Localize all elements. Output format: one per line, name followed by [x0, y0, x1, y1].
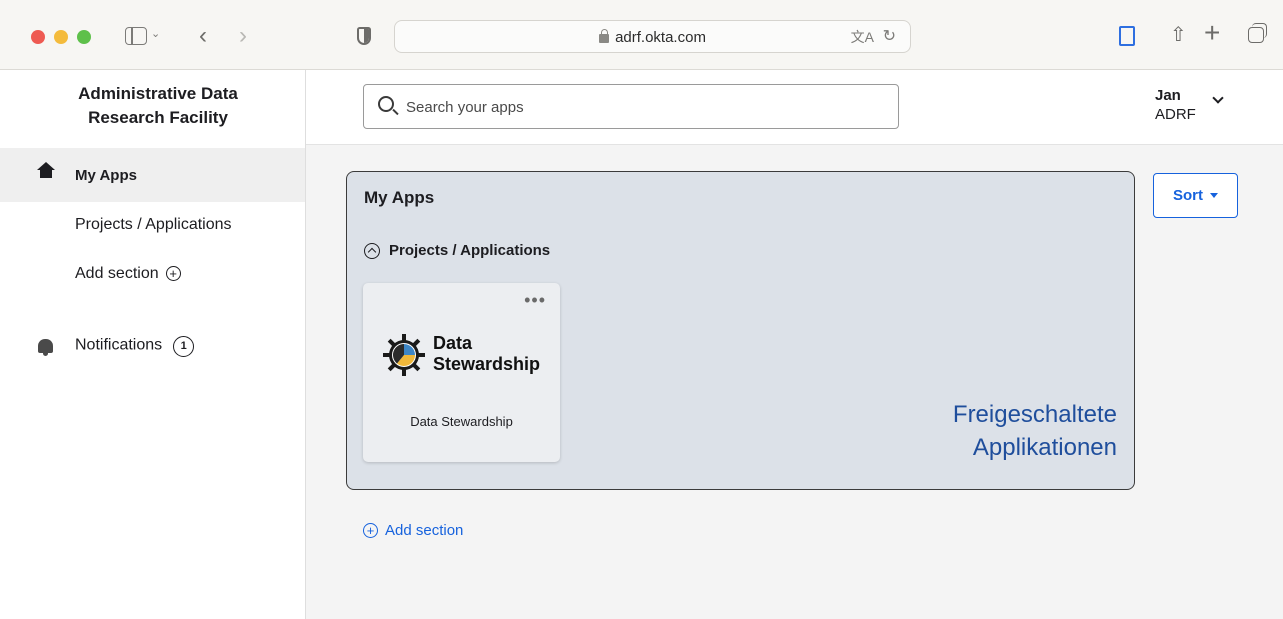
privacy-shield-icon[interactable] [357, 27, 371, 45]
sidebar: Administrative Data Research Facility My… [0, 70, 306, 619]
address-bar[interactable]: adrf.okta.com 文A ↻ [394, 20, 911, 53]
sidebar-toggle-icon[interactable] [125, 27, 147, 45]
sidebar-item-projects[interactable]: Projects / Applications [0, 203, 305, 247]
window-controls [31, 30, 91, 44]
search-box[interactable] [363, 84, 899, 129]
sort-button[interactable]: Sort [1153, 173, 1238, 218]
page-icon[interactable] [1119, 26, 1135, 46]
panel-title: My Apps [364, 188, 435, 207]
app-logo-text: Data Stewardship [433, 333, 541, 374]
new-tab-icon[interactable]: + [1204, 17, 1220, 49]
sidebar-item-my-apps[interactable]: My Apps [0, 148, 305, 202]
close-window-button[interactable] [31, 30, 45, 44]
plus-circle-icon: + [165, 266, 181, 281]
caret-down-icon [1210, 193, 1218, 198]
chevron-down-icon[interactable] [1212, 92, 1224, 104]
main-content: My Apps Projects / Applications ••• Data… [306, 146, 1283, 619]
zoom-window-button[interactable] [77, 30, 91, 44]
sidebar-item-label: Add section + [75, 265, 181, 283]
data-stewardship-logo-icon [383, 334, 425, 376]
add-section-label: Add section [385, 522, 464, 539]
top-bar: Jan ADRF [306, 70, 1283, 145]
translate-icon[interactable]: 文A [851, 27, 874, 47]
brand-line-2: Research Facility [88, 108, 228, 127]
sort-label: Sort [1173, 187, 1203, 204]
app-tile-label: Data Stewardship [410, 414, 513, 429]
back-icon[interactable]: ‹ [199, 22, 207, 50]
more-options-icon[interactable]: ••• [524, 291, 546, 309]
brand-line-1: Administrative Data [78, 84, 238, 103]
url-display: adrf.okta.com [395, 29, 910, 46]
minimize-window-button[interactable] [54, 30, 68, 44]
share-icon[interactable]: ⇧ [1170, 22, 1187, 47]
my-apps-panel: My Apps Projects / Applications ••• Data… [346, 171, 1135, 490]
search-icon [378, 96, 394, 112]
section-header-projects[interactable]: Projects / Applications [364, 242, 550, 259]
sidebar-item-label: Projects / Applications [75, 216, 232, 233]
collapse-icon [364, 242, 380, 259]
browser-toolbar: ⌄ ‹ › adrf.okta.com 文A ↻ ⇧ + [0, 0, 1283, 70]
annotation-text: Freigeschaltete Applikationen [952, 401, 1117, 461]
lock-icon [599, 29, 610, 43]
url-text: adrf.okta.com [615, 29, 706, 46]
user-name: Jan [1155, 87, 1181, 104]
section-title: Projects / Applications [389, 242, 551, 259]
brand-title: Administrative Data Research Facility [30, 82, 286, 130]
sidebar-item-label: My Apps [75, 166, 137, 184]
user-menu[interactable]: Jan ADRF [1155, 86, 1196, 124]
forward-icon[interactable]: › [239, 22, 247, 50]
sidebar-item-label: Notifications 1 [75, 335, 195, 357]
notification-count-badge: 1 [173, 335, 195, 357]
sidebar-item-add-section[interactable]: Add section + [0, 252, 305, 296]
add-section-button[interactable]: + Add section [363, 522, 463, 539]
home-icon [37, 162, 55, 182]
reload-icon[interactable]: ↻ [883, 26, 896, 46]
app-tile-data-stewardship[interactable]: ••• Data Stewardship Data Stewardship [363, 283, 560, 462]
tab-overview-icon[interactable] [1248, 23, 1267, 43]
sidebar-item-notifications[interactable]: Notifications 1 [0, 324, 305, 368]
plus-circle-icon: + [363, 523, 378, 538]
user-org: ADRF [1155, 106, 1196, 123]
bell-icon [38, 339, 53, 356]
search-input[interactable] [406, 95, 876, 119]
chevron-down-icon[interactable]: ⌄ [151, 27, 160, 40]
